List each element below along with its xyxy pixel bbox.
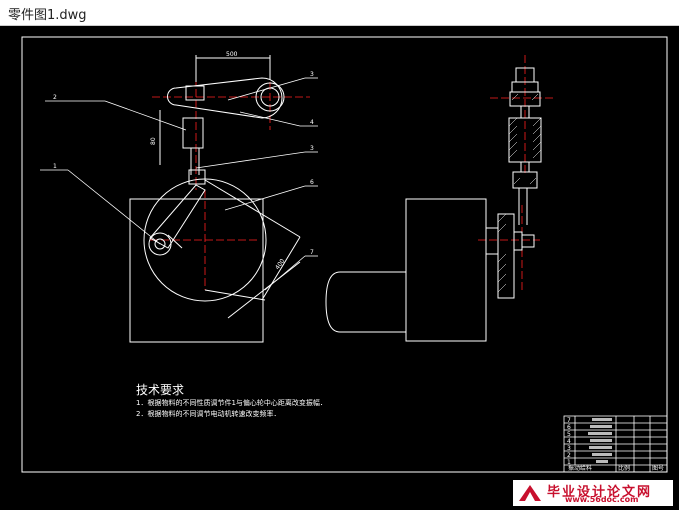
tech-requirement-2: 2．根据物料的不同调节电动机转速改变频率． bbox=[136, 410, 281, 418]
tb-row-7: 7 bbox=[567, 417, 571, 424]
tb-row-5: 5 bbox=[567, 431, 571, 438]
title-block-fills bbox=[588, 418, 612, 463]
title-block bbox=[563, 415, 668, 473]
watermark-url: www.56doc.com bbox=[565, 495, 639, 504]
balloon-7: 7 bbox=[310, 249, 314, 256]
dim-top-500: 500 bbox=[226, 51, 238, 58]
balloon-3: 3 bbox=[310, 145, 314, 152]
part-balloons: 3 2 4 3 1 6 7 bbox=[53, 71, 314, 256]
tb-row-4: 4 bbox=[567, 438, 571, 445]
balloon-2: 2 bbox=[53, 94, 57, 101]
tb-row-3: 3 bbox=[567, 445, 571, 452]
drawing-border bbox=[21, 36, 668, 473]
balloon-4: 4 bbox=[310, 119, 314, 126]
window-titlebar: 零件图1.dwg bbox=[0, 0, 679, 26]
tb-drawing-name: 振动给料 bbox=[568, 464, 592, 472]
balloon-1: 1 bbox=[53, 163, 57, 170]
centerlines bbox=[150, 55, 555, 290]
balloon-3-top: 3 bbox=[310, 71, 314, 78]
cad-drawing-canvas[interactable]: 500 80 400 3 2 4 3 1 6 7 7 6 5 4 3 2 1 振… bbox=[0, 25, 679, 510]
watermark-logo-icon bbox=[519, 485, 541, 501]
tb-row-2: 2 bbox=[567, 452, 571, 459]
tech-requirement-1: 1．根据物料的不同性质调节件1与偏心轮中心距离改变振幅． bbox=[136, 399, 327, 407]
tb-sheet-label: 图号 bbox=[652, 465, 664, 472]
title-block-rows: 7 6 5 4 3 2 1 振动给料 比例 图号 bbox=[567, 417, 664, 472]
balloon-6: 6 bbox=[310, 179, 314, 186]
tb-scale-label: 比例 bbox=[618, 464, 630, 472]
dim-diagonal: 400 bbox=[274, 258, 286, 272]
watermark-banner: 毕业设计论文网 www.56doc.com bbox=[513, 480, 673, 506]
side-view bbox=[325, 67, 542, 342]
front-view bbox=[129, 55, 301, 343]
tech-requirements-title: 技术要求 bbox=[136, 383, 185, 397]
dim-vertical: 80 bbox=[150, 137, 157, 145]
window-title: 零件图1.dwg bbox=[8, 8, 87, 23]
tb-row-6: 6 bbox=[567, 424, 571, 431]
